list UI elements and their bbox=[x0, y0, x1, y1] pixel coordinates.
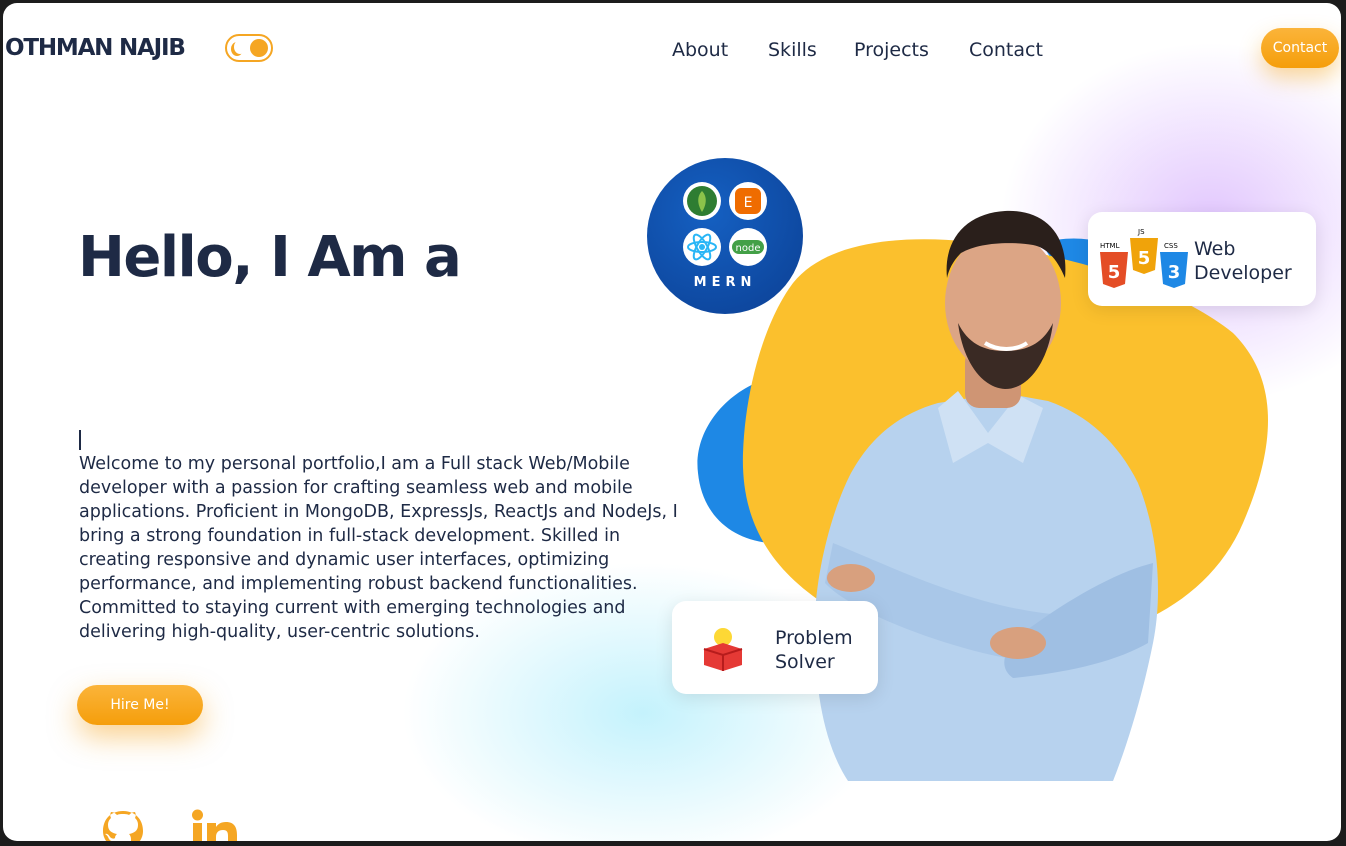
problem-solver-card: Problem Solver bbox=[672, 601, 878, 694]
svg-text:JS: JS bbox=[1137, 228, 1145, 236]
svg-text:E: E bbox=[744, 195, 753, 211]
html-js-css-icons: HTML 5 JS 5 CSS 3 bbox=[1100, 228, 1188, 288]
person-hand-left bbox=[990, 627, 1046, 659]
node-icon: node bbox=[729, 228, 767, 266]
css3-icon: CSS 3 bbox=[1160, 242, 1188, 288]
mongodb-icon bbox=[683, 182, 721, 220]
svg-text:node: node bbox=[736, 243, 761, 254]
lightbulb-box-icon bbox=[703, 628, 743, 671]
web-developer-card: HTML 5 JS 5 CSS 3 Web Developer bbox=[1088, 212, 1316, 306]
html5-icon: HTML 5 bbox=[1100, 242, 1128, 288]
svg-text:3: 3 bbox=[1168, 262, 1181, 283]
problem-solver-label: Problem Solver bbox=[775, 627, 853, 673]
svg-text:HTML: HTML bbox=[1100, 242, 1120, 250]
react-icon bbox=[683, 228, 721, 266]
page: OTHMAN NAJIB About Skills Projects Conta… bbox=[3, 3, 1341, 841]
svg-text:5: 5 bbox=[1138, 248, 1151, 269]
mern-badge: E node MERN bbox=[647, 158, 803, 314]
svg-text:CSS: CSS bbox=[1164, 242, 1178, 250]
hero-illustration bbox=[697, 210, 1268, 781]
svg-text:5: 5 bbox=[1108, 262, 1121, 283]
express-icon: E bbox=[729, 182, 767, 220]
js-icon: JS 5 bbox=[1130, 228, 1158, 274]
mern-label: MERN bbox=[693, 275, 757, 290]
web-developer-label: Web Developer bbox=[1194, 238, 1292, 284]
person-hand-right bbox=[827, 564, 875, 592]
